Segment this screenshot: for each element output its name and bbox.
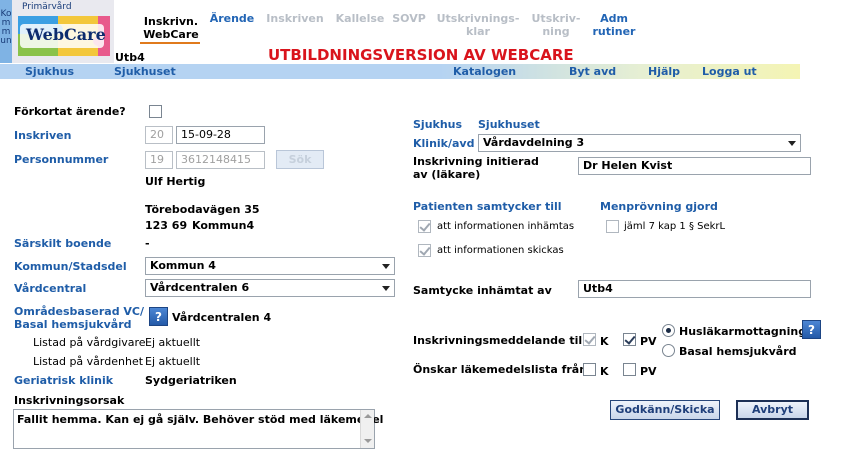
active-tab-underline — [140, 42, 200, 44]
catalog-link[interactable]: Katalogen — [453, 65, 516, 78]
textarea-scrollbar[interactable] — [360, 410, 374, 448]
reason-textarea[interactable]: Fallit hemma. Kan ej gå själv. Behöver s… — [13, 409, 383, 449]
address-zip: 123 69 — [145, 219, 188, 232]
scroll-up-icon[interactable] — [364, 414, 372, 418]
consent-title: Patienten samtycker till — [413, 200, 562, 213]
clinic-label: Klinik/avd — [413, 137, 475, 150]
tab-arende[interactable]: Ärende — [207, 12, 257, 25]
harm-title: Menprövning gjord — [600, 200, 718, 213]
consent-collect-checkbox — [418, 220, 431, 233]
initiated-label-1: Inskrivning initierad — [413, 155, 539, 168]
geriatric-label: Geriatrisk klinik — [14, 374, 114, 387]
switch-unit-link[interactable]: Byt avd — [569, 65, 616, 78]
chevron-down-icon — [788, 141, 796, 146]
address-street: Törebodavägen 35 — [145, 203, 260, 216]
tab-utskrivningsklar: Utskrivnings- klar — [436, 12, 520, 38]
listed-unit-label: Listad på vårdenhet — [33, 355, 144, 368]
notice-k-checkbox — [583, 333, 596, 346]
tab-inskriven: Inskriven — [266, 12, 324, 25]
consent-collect-label: att informationen inhämtas — [437, 221, 575, 232]
search-button: Sök — [276, 150, 324, 169]
logo: Kommun Primärvård WebCare — [0, 0, 114, 63]
notice-pv-checkbox[interactable] — [623, 333, 636, 346]
geriatric-value: Sydgeriatriken — [145, 374, 237, 387]
pnr-label: Personnummer — [14, 153, 109, 166]
special-housing-value: - — [145, 237, 150, 250]
listed-provider-value: Ej aktuellt — [145, 336, 201, 349]
notice-label: Inskrivningsmeddelande till — [413, 334, 586, 347]
municipality-label: Kommun/Stadsdel — [14, 260, 127, 273]
family-doctor-label: Husläkarmottagning — [679, 325, 807, 338]
enrolled-century-field: 20 — [145, 126, 173, 144]
medlist-k-label: K — [600, 365, 609, 378]
area-label-2: Basal hemsjukvård — [14, 318, 132, 331]
current-user: Utb4 — [115, 51, 145, 64]
chevron-down-icon — [382, 286, 390, 291]
cancel-button[interactable]: Avbryt — [736, 400, 809, 420]
address-city: Kommun4 — [192, 219, 255, 232]
harm-ref: jäml 7 kap 1 § SekrL — [624, 221, 726, 232]
notice-help-button[interactable]: ? — [802, 320, 821, 339]
hospital-label: Sjukhus — [413, 118, 463, 131]
chevron-down-icon — [382, 264, 390, 269]
org-type: Sjukhus — [25, 65, 75, 78]
listed-provider-label: Listad på vårdgivare — [33, 336, 146, 349]
area-value: Vårdcentralen 4 — [172, 311, 272, 324]
special-housing-label: Särskilt boende — [14, 237, 112, 250]
listed-unit-value: Ej aktuellt — [145, 355, 201, 368]
clinic-select[interactable]: Vårdavdelning 3 — [478, 134, 801, 152]
approve-send-button[interactable]: Godkänn/Skicka — [610, 400, 720, 420]
scroll-down-icon[interactable] — [364, 439, 372, 443]
medlist-k-checkbox[interactable] — [583, 363, 596, 376]
consent-send-checkbox — [418, 244, 431, 257]
logo-top-label: Primärvård — [22, 2, 72, 12]
enrolled-date-field[interactable]: 15-09-28 — [176, 126, 265, 144]
area-label-1: Områdesbaserad VC/ — [14, 305, 145, 318]
consent-by-label: Samtycke inhämtat av — [413, 284, 552, 297]
tab-sovp: SOVP — [392, 12, 426, 25]
basal-care-label: Basal hemsjukvård — [679, 345, 797, 358]
health-center-label: Vårdcentral — [14, 282, 87, 295]
notice-k-label: K — [600, 335, 609, 348]
area-help-button[interactable]: ? — [149, 307, 168, 326]
pnr-century-field: 19 — [145, 151, 173, 169]
tab-utskrivning: Utskriv- ning — [531, 12, 581, 38]
tab-kallelse: Kallelse — [335, 12, 385, 25]
initiated-label-2: av (läkare) — [413, 168, 481, 181]
municipality-select[interactable]: Kommun 4 — [145, 257, 395, 275]
org-name: Sjukhuset — [114, 65, 176, 78]
consent-by-field[interactable]: Utb4 — [578, 280, 811, 298]
notice-pv-label: PV — [640, 335, 657, 348]
harm-checkbox — [606, 220, 619, 233]
initiated-field[interactable]: Dr Helen Kvist — [578, 157, 811, 175]
tab-adm-rutiner[interactable]: Adm rutiner — [590, 12, 638, 38]
hospital-value: Sjukhuset — [478, 118, 540, 131]
medlist-pv-label: PV — [640, 365, 657, 378]
enrolled-label: Inskriven — [14, 129, 72, 142]
health-center-select[interactable]: Vårdcentralen 6 — [145, 279, 395, 297]
help-link[interactable]: Hjälp — [648, 65, 680, 78]
tab-inskrivn-webcare[interactable]: Inskrivn. WebCare — [140, 15, 202, 44]
logo-brand: WebCare — [26, 25, 106, 44]
reason-label: Inskrivningsorsak — [14, 394, 125, 407]
logout-link[interactable]: Logga ut — [702, 65, 757, 78]
family-doctor-radio[interactable] — [662, 324, 675, 337]
medlist-pv-checkbox[interactable] — [623, 363, 636, 376]
training-banner: UTBILDNINGSVERSION AV WEBCARE — [268, 46, 574, 64]
basal-care-radio[interactable] — [662, 344, 675, 357]
consent-send-label: att informationen skickas — [437, 245, 564, 256]
abbreviated-label: Förkortat ärende? — [14, 105, 126, 118]
abbreviated-checkbox[interactable] — [149, 105, 162, 118]
logo-side-label: Kommun — [0, 9, 12, 46]
patient-name: Ulf Hertig — [145, 175, 206, 188]
pnr-number-field: 3612148415 — [176, 151, 265, 169]
medlist-label: Önskar läkemedelslista från — [413, 363, 588, 376]
